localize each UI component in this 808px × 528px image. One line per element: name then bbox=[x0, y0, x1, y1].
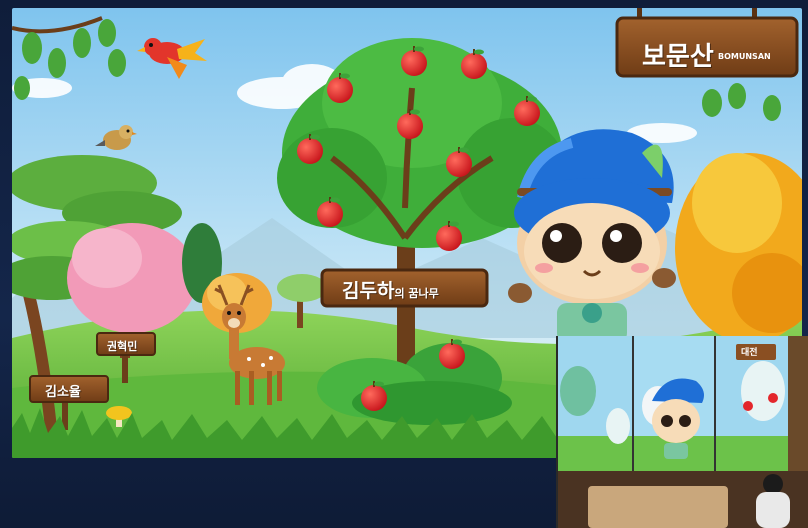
inset-canvas bbox=[558, 336, 808, 528]
mountain-title-en: BOMUNSAN bbox=[718, 52, 771, 61]
tree-name-suffix: 의 꿈나무 bbox=[394, 287, 439, 300]
small-sign-1-label: 권혁민 bbox=[107, 340, 138, 353]
inset-screen-sign: 대전 bbox=[741, 348, 758, 358]
installation-photo-inset: 대전 bbox=[556, 336, 808, 528]
tree-name-main: 김두하 bbox=[342, 280, 395, 302]
tree-name: 김두하의 꿈나무 bbox=[342, 276, 439, 303]
small-sign-2-label: 김소율 bbox=[45, 385, 81, 400]
app-frame: 보문산 BOMUNSAN 김두하의 꿈나무 권혁민 김소율 대전 bbox=[0, 0, 808, 528]
mountain-title: 보문산 bbox=[642, 42, 714, 72]
